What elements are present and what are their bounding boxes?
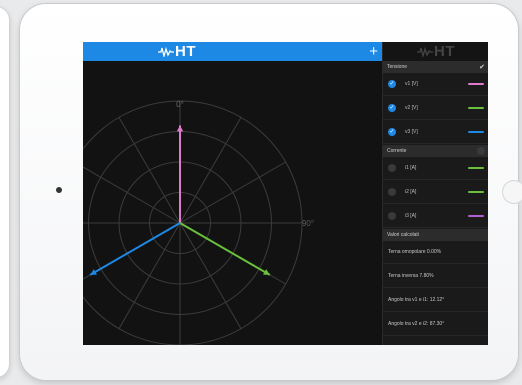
app-screen: HT + 0°90°180° HT Tensione ✔ ✓v1 [V]✓v2 … [83,42,488,345]
checkbox-icon[interactable] [388,188,396,196]
top-bar: HT + [83,42,382,61]
calc-value-row: Angolo tra v1 e i1: 12.12° [383,289,488,312]
checkbox-icon[interactable]: ✓ [388,104,396,112]
grid-spoke [83,166,181,224]
calc-section-header: Valori calcolati [383,229,488,241]
polar-phasor-diagram: 0°90°180° [83,100,314,345]
checkbox-icon[interactable]: ✓ [388,80,396,88]
color-swatch [468,131,484,133]
calc-value-row: Angolo tra v2 e i2: 87.30° [383,313,488,336]
current-label: i2 [A] [405,189,417,195]
grid-spoke [179,161,286,224]
phasor-v3 [89,222,181,276]
angle-label-0: 0° [176,100,184,109]
color-swatch [468,83,484,85]
current-row[interactable]: i3 [A] [383,205,488,228]
color-swatch [468,191,484,193]
add-icon[interactable]: + [369,43,378,60]
voltage-row[interactable]: ✓ v2 [V] [383,97,488,120]
voltage-label: v2 [V] [405,105,418,111]
color-swatch [468,215,484,217]
calc-section-label: Valori calcolati [387,232,419,238]
current-row[interactable]: i1 [A] [383,157,488,180]
calc-value-row: Terna inversa 7.80% [383,265,488,288]
tablet-frame: HT + 0°90°180° HT Tensione ✔ ✓v1 [V]✓v2 … [20,4,522,380]
checkbox-icon[interactable]: ✓ [388,128,396,136]
voltage-section-header[interactable]: Tensione ✔ [383,61,488,73]
voltage-row[interactable]: ✓ v3 [V] [383,121,488,144]
color-swatch [468,167,484,169]
grid-spoke [118,117,181,224]
angle-label-90: 90° [302,219,314,228]
camera-icon [56,187,62,193]
current-label: i1 [A] [405,165,417,171]
brand-logo: HT [158,43,196,60]
checkbox-icon[interactable] [388,164,396,172]
phasor-arrowhead-v1 [176,125,184,132]
brand-name: HT [175,43,196,60]
current-label: i3 [A] [405,213,417,219]
grid-spoke [179,222,242,329]
voltage-label: v1 [V] [405,81,418,87]
toggle-all-icon[interactable] [477,147,485,155]
voltage-section-label: Tensione [387,64,408,70]
waveform-icon [417,46,433,57]
adjacent-device-edge [0,6,10,378]
voltage-label: v3 [V] [405,129,418,135]
panel-logo: HT [383,42,488,61]
waveform-icon [158,46,174,57]
grid-spoke [179,117,242,224]
phasor-v2 [179,222,271,276]
checkbox-icon[interactable] [388,212,396,220]
home-button[interactable] [502,180,522,204]
current-section-label: Corrente [387,148,407,154]
calc-value-row: Terna omopolare 0.00% [383,241,488,264]
color-swatch [468,107,484,109]
voltage-row[interactable]: ✓ v1 [V] [383,73,488,96]
check-all-icon[interactable]: ✔ [479,63,485,71]
panel-brand-name: HT [434,43,455,60]
grid-spoke [118,222,181,329]
current-section-header[interactable]: Corrente [383,145,488,157]
settings-panel: HT Tensione ✔ ✓ v1 [V] ✓ v2 [V] ✓ v3 [V] Corr… [382,42,488,345]
current-row[interactable]: i2 [A] [383,181,488,204]
